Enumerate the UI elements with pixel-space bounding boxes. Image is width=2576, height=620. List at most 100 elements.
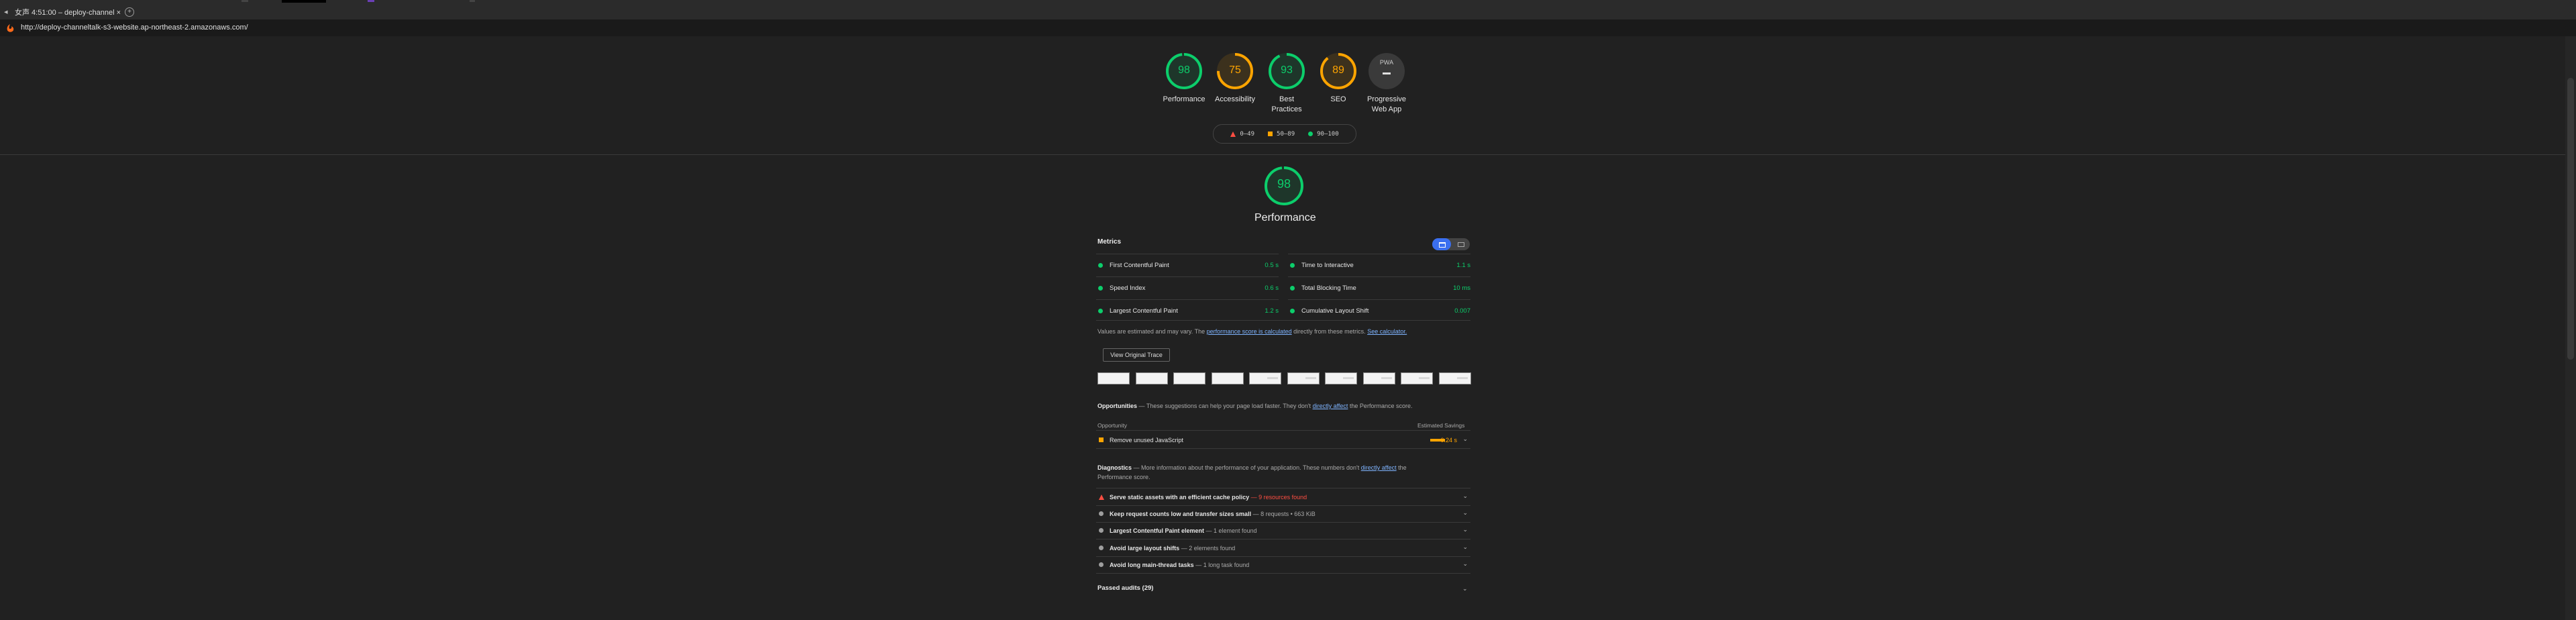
tab-active[interactable]: 女声 4:51:00 – deploy-channel × <box>15 7 121 17</box>
diagnostics-desc-suffix-2: Performance score. <box>1097 474 1150 480</box>
chevron-down-icon[interactable]: ⌄ <box>1462 585 1468 592</box>
pass-circle-icon <box>1290 309 1295 313</box>
diagnostic-row[interactable]: Largest Contentful Paint element — 1 ele… <box>1096 522 1470 539</box>
new-tab-icon[interactable]: + <box>125 7 134 17</box>
metric-name: Time to Interactive <box>1301 262 1354 269</box>
gauge-pwa[interactable]: PWA Progressive Web App <box>1364 51 1409 115</box>
chevron-down-icon[interactable]: ⌄ <box>1462 526 1468 533</box>
chevron-down-icon[interactable]: ⌄ <box>1462 560 1468 568</box>
score-calculated-link[interactable]: performance score is calculated <box>1207 328 1292 335</box>
filmstrip-frame <box>1438 372 1471 384</box>
chevron-down-icon[interactable]: ⌄ <box>1462 509 1468 517</box>
filmstrip-frame <box>1135 372 1168 384</box>
gauge-label: Progressive Web App <box>1366 95 1407 113</box>
diagnostic-name: Avoid long main-thread tasks <box>1110 562 1194 568</box>
score-legend: 0–49 50–89 90–100 <box>1213 124 1356 144</box>
diagnostic-name: Avoid large layout shifts <box>1110 544 1180 552</box>
frame-content <box>1267 377 1278 379</box>
address-bar[interactable]: http://deploy-channeltalk-s3-website.ap-… <box>0 19 2576 36</box>
diagnostic-row[interactable]: Avoid long main-thread tasks — 1 long ta… <box>1096 556 1470 574</box>
info-circle-icon <box>1099 528 1104 533</box>
scrollbar-thumb[interactable] <box>2567 78 2574 360</box>
diagnostics-desc: — More information about the performance… <box>1132 464 1361 471</box>
pass-circle-icon <box>1290 286 1295 291</box>
gauge-best-practices[interactable]: 93 Best Practices <box>1265 51 1309 115</box>
metric-name: Cumulative Layout Shift <box>1301 307 1369 315</box>
opportunities-directly-affect-link[interactable]: directly affect <box>1313 403 1348 409</box>
metric-row: Speed Index 0.6 s <box>1096 276 1279 299</box>
note-text-mid: directly from these metrics. <box>1291 328 1368 335</box>
pass-circle-icon <box>1098 309 1103 313</box>
diagnostic-detail: — 1 element found <box>1204 527 1257 534</box>
url-text: http://deploy-channeltalk-s3-website.ap-… <box>21 23 248 32</box>
metric-name: Total Blocking Time <box>1301 285 1356 292</box>
diagnostic-detail: — 1 long task found <box>1193 562 1250 568</box>
gauge-performance[interactable]: 98 Performance <box>1162 51 1206 105</box>
metric-value: 10 ms <box>1453 285 1470 292</box>
filmstrip-frame <box>1287 372 1320 384</box>
info-circle-icon <box>1099 545 1104 550</box>
chevron-down-icon[interactable]: ⌄ <box>1462 435 1468 443</box>
metrics-view-toggle[interactable] <box>1432 238 1470 250</box>
see-calculator-link[interactable]: See calculator. <box>1367 328 1407 335</box>
metric-value: 0.6 s <box>1265 285 1279 292</box>
diagnostic-title: Largest Contentful Paint element — 1 ele… <box>1110 527 1257 534</box>
filmstrip-frame <box>1173 372 1205 384</box>
chevron-down-icon[interactable]: ⌄ <box>1462 493 1468 500</box>
filmstrip-frame <box>1401 372 1433 384</box>
pass-circle-icon <box>1098 263 1103 268</box>
fail-triangle-icon <box>1230 131 1236 137</box>
metric-row: First Contentful Paint 0.5 s <box>1096 254 1279 276</box>
diagnostic-row[interactable]: Keep request counts low and transfer siz… <box>1096 505 1470 523</box>
passed-audits[interactable]: Passed audits (29) <box>1097 584 1153 592</box>
metric-row: Cumulative Layout Shift 0.007 <box>1288 299 1470 322</box>
opportunity-row[interactable]: Remove unused JavaScript 0.24 s ⌄ <box>1096 431 1470 449</box>
frame-content <box>1381 377 1392 379</box>
frame-content <box>1343 377 1354 379</box>
compact-view-icon <box>1458 242 1464 247</box>
metric-name: Speed Index <box>1110 285 1146 292</box>
gauge-score: 93 <box>1281 64 1293 76</box>
note-text: Values are estimated and may vary. The <box>1097 328 1207 335</box>
gauge-label: SEO <box>1330 95 1346 103</box>
metric-value: 1.1 s <box>1456 262 1470 269</box>
metric-row: Largest Contentful Paint 1.2 s <box>1096 299 1279 322</box>
diagnostic-row[interactable]: Serve static assets with an efficient ca… <box>1096 488 1470 506</box>
legend-pass: 90–100 <box>1308 131 1339 138</box>
diagnostics-desc-suffix: the <box>1396 464 1407 471</box>
metric-row: Total Blocking Time 10 ms <box>1288 276 1470 299</box>
diagnostics-header: Diagnostics — More information about the… <box>1097 463 1407 482</box>
legend-average: 50–89 <box>1268 131 1295 138</box>
info-circle-icon <box>1099 511 1104 516</box>
filmstrip <box>1097 372 1471 384</box>
metrics-note: Values are estimated and may vary. The p… <box>1097 328 1407 335</box>
pass-circle-icon <box>1308 132 1313 136</box>
performance-score: 98 <box>1277 177 1291 191</box>
tab-back-icon[interactable]: ◂ <box>4 7 8 16</box>
filmstrip-frame <box>1211 372 1244 384</box>
filmstrip-frame <box>1097 372 1130 384</box>
divider <box>0 154 2565 155</box>
page-scrollbar[interactable] <box>2565 36 2576 620</box>
diagnostic-title: Keep request counts low and transfer siz… <box>1110 511 1316 517</box>
view-trace-button[interactable]: View Original Trace <box>1103 348 1170 362</box>
metric-name: Largest Contentful Paint <box>1110 307 1178 315</box>
pass-circle-icon <box>1098 286 1103 291</box>
opportunities-title: Opportunities <box>1097 403 1137 409</box>
chevron-down-icon[interactable]: ⌄ <box>1462 544 1468 551</box>
gauge-seo[interactable]: 89 SEO <box>1316 51 1360 105</box>
expanded-view-icon <box>1439 242 1446 248</box>
pass-circle-icon <box>1290 263 1295 268</box>
average-square-icon <box>1268 132 1273 136</box>
fail-triangle-icon <box>1099 495 1104 500</box>
metric-row: Time to Interactive 1.1 s <box>1288 254 1470 276</box>
gauge-accessibility[interactable]: 75 Accessibility <box>1213 51 1257 105</box>
metric-value: 0.5 s <box>1265 262 1279 269</box>
frame-content <box>1456 377 1468 379</box>
col-opportunity: Opportunity <box>1097 422 1127 429</box>
diagnostic-row[interactable]: Avoid large layout shifts — 2 elements f… <box>1096 539 1470 557</box>
metrics-title: Metrics <box>1097 238 1122 246</box>
pwa-gauge-icon <box>1368 53 1405 89</box>
opportunities-header: Opportunities — These suggestions can he… <box>1097 403 1412 409</box>
diagnostics-directly-affect-link[interactable]: directly affect <box>1361 464 1397 471</box>
